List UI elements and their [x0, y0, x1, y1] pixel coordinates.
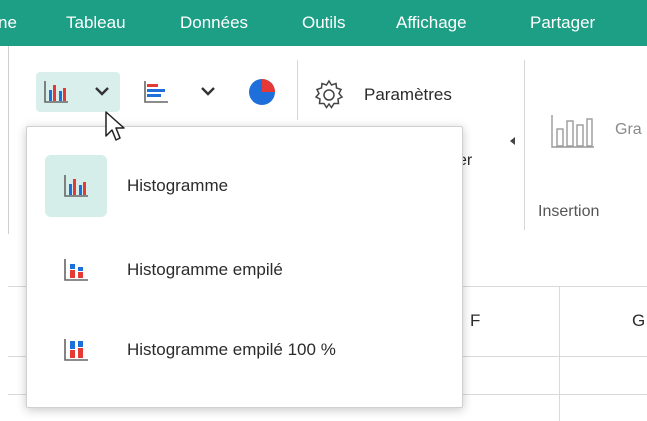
insertion-group-label: Insertion [538, 203, 600, 220]
menu-item-affichage[interactable]: Affichage [396, 13, 467, 33]
dropdown-item-label: Histogramme empilé 100 % [127, 340, 336, 359]
menu-item-truncated[interactable]: ne [0, 13, 17, 33]
stacked-100-histogram-icon [45, 319, 107, 381]
group-separator [524, 60, 525, 230]
dropdown-item-label: Histogramme [127, 176, 229, 195]
column-chart-dropdown-button[interactable] [36, 72, 120, 112]
dropdown-item-histogramme-empile-100[interactable]: Histogramme empilé 100 % [27, 319, 462, 383]
menu-item-donnees[interactable]: Données [180, 13, 248, 33]
mouse-pointer-icon [104, 110, 128, 151]
grid-line [559, 286, 560, 421]
menu-bar: ne Tableau Données Outils Affichage Part… [0, 0, 647, 46]
charts-gallery-icon [548, 111, 598, 156]
menu-item-partager[interactable]: Partager [530, 13, 595, 33]
gallery-label[interactable]: Gra [615, 121, 642, 139]
gear-icon [312, 78, 346, 117]
histogram-icon [45, 155, 107, 217]
menu-item-outils[interactable]: Outils [302, 13, 345, 33]
stacked-histogram-icon [45, 239, 107, 301]
dropdown-item-histogramme[interactable]: Histogramme [27, 155, 462, 219]
dropdown-item-label: Histogramme empilé [127, 260, 283, 279]
column-header-f[interactable]: F [470, 311, 480, 331]
column-chart-icon [42, 79, 70, 110]
column-header-g[interactable]: G [632, 311, 645, 331]
bar-chart-dropdown-button[interactable] [138, 72, 222, 112]
chevron-down-icon [94, 84, 110, 102]
chevron-down-icon [200, 84, 216, 102]
settings-label[interactable]: Paramètres [364, 85, 452, 105]
dropdown-item-histogramme-empile[interactable]: Histogramme empilé [27, 239, 462, 303]
chart-type-dropdown: Histogramme Histogramme empilé Histogram… [26, 126, 463, 408]
charts-gallery-button[interactable] [543, 110, 603, 156]
bar-chart-icon [142, 79, 170, 110]
pie-chart-button[interactable] [244, 76, 280, 112]
menu-item-tableau[interactable]: Tableau [66, 13, 126, 33]
separator [297, 60, 298, 120]
pie-chart-icon [247, 77, 277, 112]
collapse-arrow-icon[interactable] [510, 137, 515, 145]
